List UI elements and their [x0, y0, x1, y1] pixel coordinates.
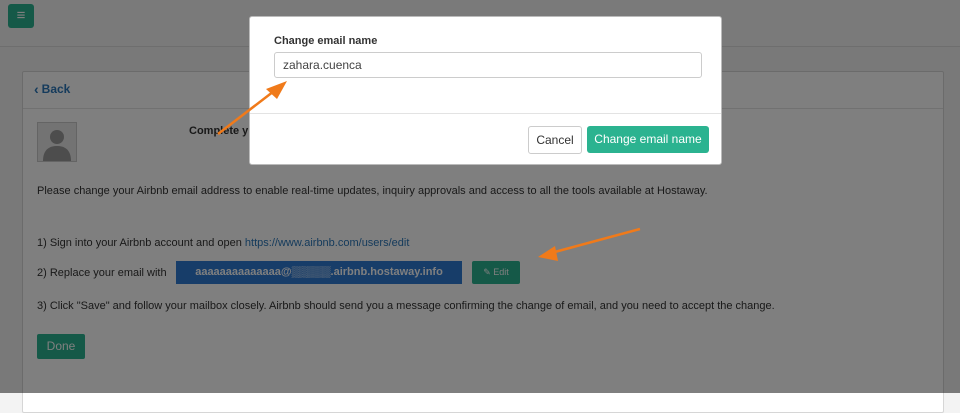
arrow-to-input — [217, 81, 287, 135]
annotation-arrows — [217, 81, 641, 261]
arrow-to-edit-button — [538, 227, 641, 261]
